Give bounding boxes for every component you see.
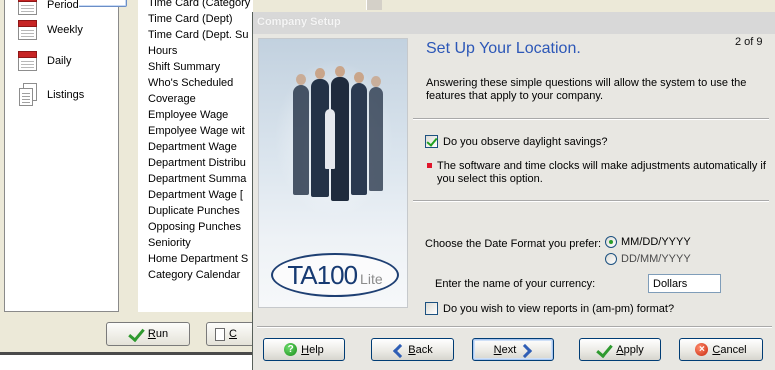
report-item[interactable]: Home Department S bbox=[148, 253, 248, 266]
report-item[interactable]: Opposing Punches bbox=[148, 221, 241, 234]
secondary-button-label: C bbox=[229, 328, 237, 340]
run-button-label: Run bbox=[147, 328, 169, 340]
note-text: The software and time clocks will make a… bbox=[437, 160, 766, 185]
cancel-button-label: Cancel bbox=[712, 343, 747, 356]
page-indicator: 2 of 9 bbox=[735, 36, 763, 48]
nav-item-label: Daily bbox=[47, 55, 72, 67]
report-item[interactable]: Time Card (Category Summary) bbox=[148, 0, 253, 10]
dialog-titlebar[interactable]: Company Setup bbox=[253, 12, 775, 34]
document-icon bbox=[215, 327, 225, 341]
report-item[interactable]: Department Wage [ bbox=[148, 189, 243, 202]
scrollbar[interactable] bbox=[366, 0, 382, 10]
report-item[interactable]: Time Card (Dept. Su bbox=[148, 29, 248, 42]
window-border bbox=[0, 352, 252, 355]
back-button-label: Back bbox=[408, 343, 433, 356]
checkbox-label: Do you observe daylight savings? bbox=[443, 135, 608, 148]
dialog-footer: ? Help Back Next Apply × Cancel bbox=[253, 330, 775, 370]
daylight-savings-checkbox[interactable]: Do you observe daylight savings? bbox=[425, 135, 607, 148]
nav-item-label: Period bbox=[47, 0, 79, 11]
divider bbox=[413, 200, 769, 202]
date-format-label: Choose the Date Format you prefer: bbox=[425, 238, 602, 250]
chevron-right-icon bbox=[520, 344, 532, 356]
radio-selected[interactable] bbox=[605, 236, 617, 248]
banner-image: TA100 Lite bbox=[258, 38, 408, 308]
report-item[interactable]: Coverage bbox=[148, 93, 196, 106]
cancel-icon: × bbox=[695, 343, 709, 356]
next-button[interactable]: Next bbox=[472, 338, 554, 361]
report-list: Time Card (Category Summary) Time Card (… bbox=[138, 0, 253, 312]
date-format-option-mdy[interactable]: MM/DD/YYYY bbox=[605, 236, 691, 248]
report-item[interactable]: Duplicate Punches bbox=[148, 205, 240, 218]
nav-item-label: Weekly bbox=[47, 24, 83, 36]
checkbox-label: Do you wish to view reports in (am-pm) f… bbox=[443, 302, 675, 315]
date-format-option-dmy[interactable]: DD/MM/YYYY bbox=[605, 253, 691, 265]
report-item[interactable]: Employee Wage bbox=[148, 109, 228, 122]
cancel-button[interactable]: × Cancel bbox=[679, 338, 763, 361]
divider bbox=[257, 326, 772, 328]
chevron-left-icon bbox=[392, 344, 404, 356]
report-item[interactable]: Department Wage bbox=[148, 141, 237, 154]
bullet-icon bbox=[427, 163, 432, 168]
nav-item-label: Listings bbox=[47, 89, 85, 101]
nav-item-daily[interactable]: Daily bbox=[17, 48, 113, 74]
documents-icon bbox=[17, 83, 39, 107]
next-button-label: Next bbox=[493, 343, 517, 356]
currency-input[interactable] bbox=[648, 274, 721, 293]
checkbox-unchecked[interactable] bbox=[425, 302, 438, 315]
calendar-icon bbox=[17, 0, 39, 16]
report-item[interactable]: Who's Scheduled bbox=[148, 77, 233, 90]
report-category-panel: Period Weekly Daily Listings bbox=[4, 0, 127, 312]
report-item[interactable]: Hours bbox=[148, 45, 177, 58]
apply-button[interactable]: Apply bbox=[579, 338, 661, 361]
dialog-title: Company Setup bbox=[257, 16, 341, 28]
intro-text: Answering these simple questions will al… bbox=[426, 77, 747, 102]
help-icon: ? bbox=[284, 343, 298, 356]
run-button[interactable]: Run bbox=[106, 322, 190, 346]
report-item[interactable]: Shift Summary bbox=[148, 61, 220, 74]
currency-label: Enter the name of your currency: bbox=[435, 278, 596, 290]
help-button-label: Help bbox=[301, 343, 324, 356]
report-item[interactable]: Seniority bbox=[148, 237, 191, 250]
company-setup-dialog: Company Setup TA100 Lite 2 of 9 Set Up Yo… bbox=[252, 12, 775, 370]
nav-item-listings[interactable]: Listings bbox=[17, 82, 113, 108]
nav-item-period[interactable]: Period bbox=[17, 0, 127, 18]
report-item[interactable]: Department Distribu bbox=[148, 157, 246, 170]
ampm-checkbox[interactable]: Do you wish to view reports in (am-pm) f… bbox=[425, 302, 674, 315]
report-item[interactable]: Category Calendar bbox=[148, 269, 240, 282]
calendar-icon bbox=[17, 19, 39, 41]
report-item[interactable]: Empolyee Wage wit bbox=[148, 125, 245, 138]
radio-unselected[interactable] bbox=[605, 253, 617, 265]
calendar-icon bbox=[17, 50, 39, 72]
check-icon bbox=[128, 327, 144, 341]
nav-item-weekly[interactable]: Weekly bbox=[17, 17, 113, 43]
apply-button-label: Apply bbox=[616, 343, 644, 356]
divider bbox=[413, 118, 769, 120]
ta100-logo: TA100 Lite bbox=[271, 253, 399, 297]
report-item[interactable]: Department Summa bbox=[148, 173, 246, 186]
checkbox-checked[interactable] bbox=[425, 135, 438, 148]
back-button[interactable]: Back bbox=[371, 338, 454, 361]
help-button[interactable]: ? Help bbox=[263, 338, 345, 361]
report-item[interactable]: Time Card (Dept) bbox=[148, 13, 233, 26]
page-title: Set Up Your Location. bbox=[426, 40, 581, 57]
check-icon bbox=[596, 343, 612, 357]
